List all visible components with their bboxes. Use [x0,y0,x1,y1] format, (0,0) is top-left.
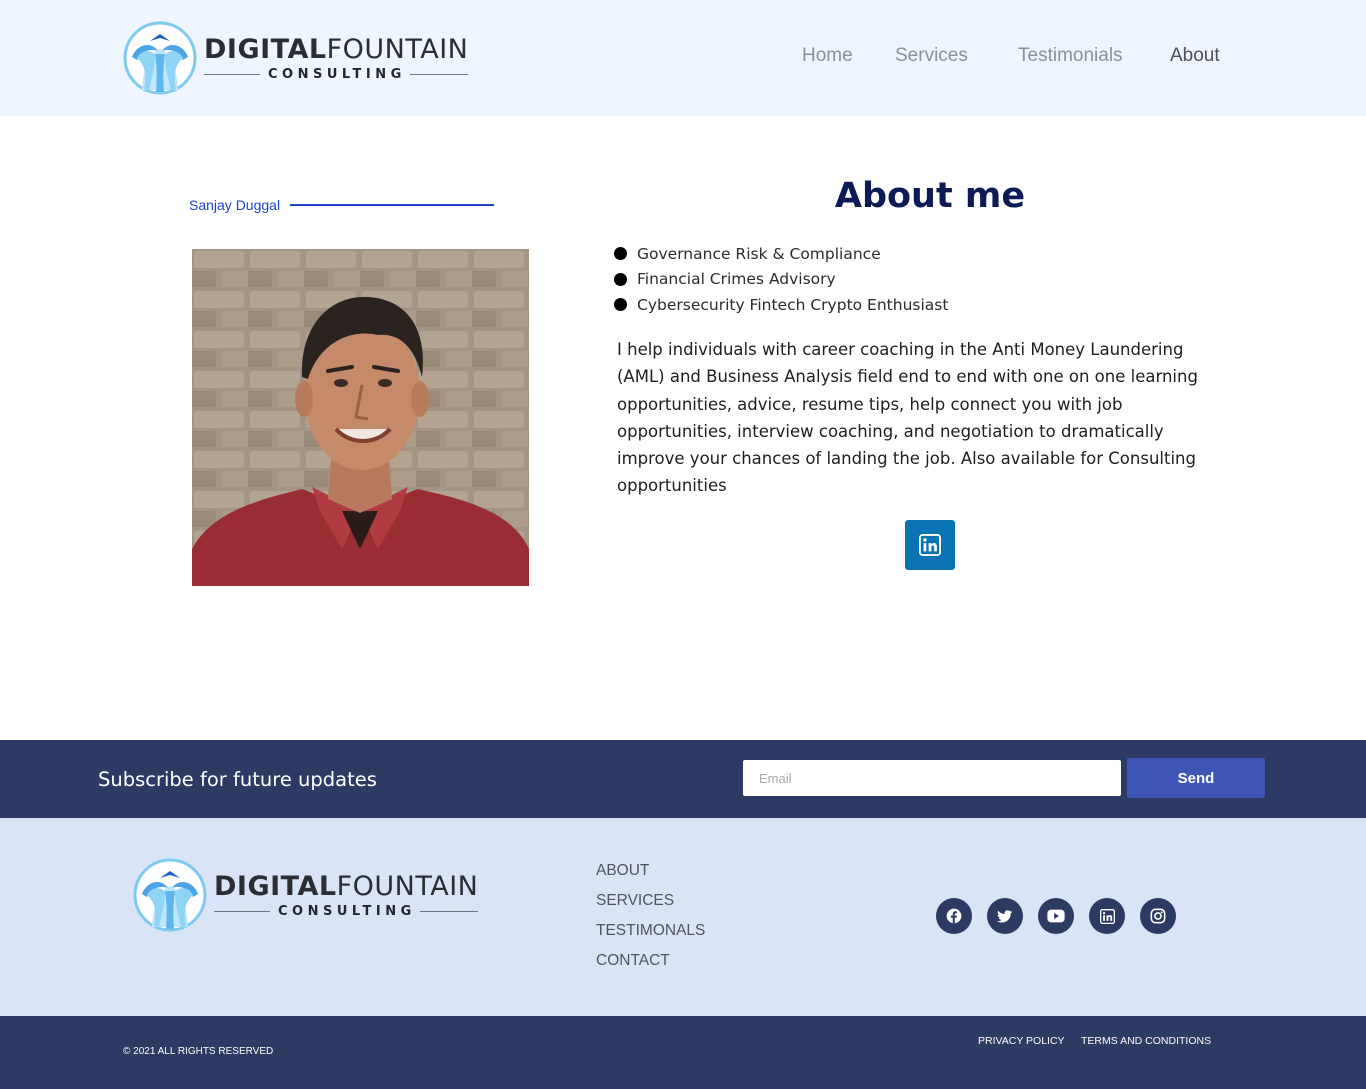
instagram-icon [1150,908,1166,924]
privacy-policy-link[interactable]: PRIVACY POLICY [978,1035,1065,1047]
facebook-link[interactable] [936,898,972,934]
logo-wordmark: DIGITALFOUNTAIN CONSULTING [214,870,479,919]
name-underline [290,204,495,206]
logo-sub-text: CONSULTING [268,66,406,82]
footer-logo[interactable]: DIGITALFOUNTAIN CONSULTING [132,857,479,933]
logo-sub: CONSULTING [204,66,469,82]
linkedin-icon [919,534,941,556]
list-item: Cybersecurity Fintech Crypto Enthusiast [614,292,948,318]
footer-link-testimonials[interactable]: TESTIMONALS [596,922,705,952]
copyright: © 2021 ALL RIGHTS RESERVED [123,1046,274,1057]
terms-link[interactable]: TERMS AND CONDITIONS [1081,1035,1211,1047]
bullet-text: Governance Risk & Compliance [637,244,881,263]
nav-testimonials[interactable]: Testimonials [1018,45,1123,67]
bullet-dot-icon [614,298,627,312]
nav-about[interactable]: About [1170,45,1220,67]
profile-name-row: Sanjay Duggal [189,197,495,213]
instagram-link[interactable] [1140,898,1176,934]
logo-word: DIGITALFOUNTAIN [204,33,469,65]
fountain-logo-icon [133,858,207,932]
logo-word-bold: DIGITAL [204,33,327,65]
logo-rule-right [419,910,479,912]
logo-word: DIGITALFOUNTAIN [214,870,479,902]
send-button[interactable]: Send [1127,758,1265,798]
site-header: DIGITALFOUNTAIN CONSULTING Home Services… [0,0,1366,116]
logo-rule-right [409,73,469,75]
facebook-icon [946,908,962,924]
expertise-list: Governance Risk & Compliance Financial C… [614,241,948,318]
footer-link-contact[interactable]: CONTACT [596,952,705,982]
nav-services[interactable]: Services [895,45,968,67]
logo-sub-text: CONSULTING [278,903,416,919]
logo-rule-left [214,910,270,912]
logo-word-light: FOUNTAIN [336,870,479,902]
footer-link-about[interactable]: ABOUT [596,862,705,892]
portrait-image [192,249,529,586]
footer-link-services[interactable]: SERVICES [596,892,705,922]
bullet-dot-icon [614,247,627,261]
about-title: About me [834,176,1026,216]
profile-name: Sanjay Duggal [189,197,281,213]
logo[interactable]: DIGITALFOUNTAIN CONSULTING [122,20,469,96]
list-item: Governance Risk & Compliance [614,241,948,267]
fountain-logo-icon [123,21,197,95]
list-item: Financial Crimes Advisory [614,267,948,293]
logo-word-light: FOUNTAIN [326,33,469,65]
twitter-icon [997,910,1013,923]
subscribe-bar: Subscribe for future updates Send [0,740,1366,818]
about-paragraph: I help individuals with career coaching … [617,340,1198,496]
email-input[interactable] [743,760,1121,796]
linkedin-icon [1099,908,1115,924]
bottom-bar: © 2021 ALL RIGHTS RESERVED PRIVACY POLIC… [0,1016,1366,1089]
logo-rule-left [204,73,260,75]
twitter-link[interactable] [987,898,1023,934]
logo-wordmark: DIGITALFOUNTAIN CONSULTING [204,33,469,82]
social-links [936,898,1191,934]
linkedin-link[interactable] [1089,898,1125,934]
bullet-dot-icon [614,272,627,286]
linkedin-button[interactable] [905,520,955,570]
youtube-link[interactable] [1038,898,1074,934]
bullet-text: Financial Crimes Advisory [637,270,836,289]
nav-home[interactable]: Home [802,45,853,67]
youtube-icon [1047,909,1065,923]
logo-sub: CONSULTING [214,903,479,919]
subscribe-text: Subscribe for future updates [98,768,377,791]
logo-word-bold: DIGITAL [214,870,337,902]
footer-links: ABOUT SERVICES TESTIMONALS CONTACT [596,862,705,982]
profile-photo [192,249,529,586]
bullet-text: Cybersecurity Fintech Crypto Enthusiast [637,295,949,314]
